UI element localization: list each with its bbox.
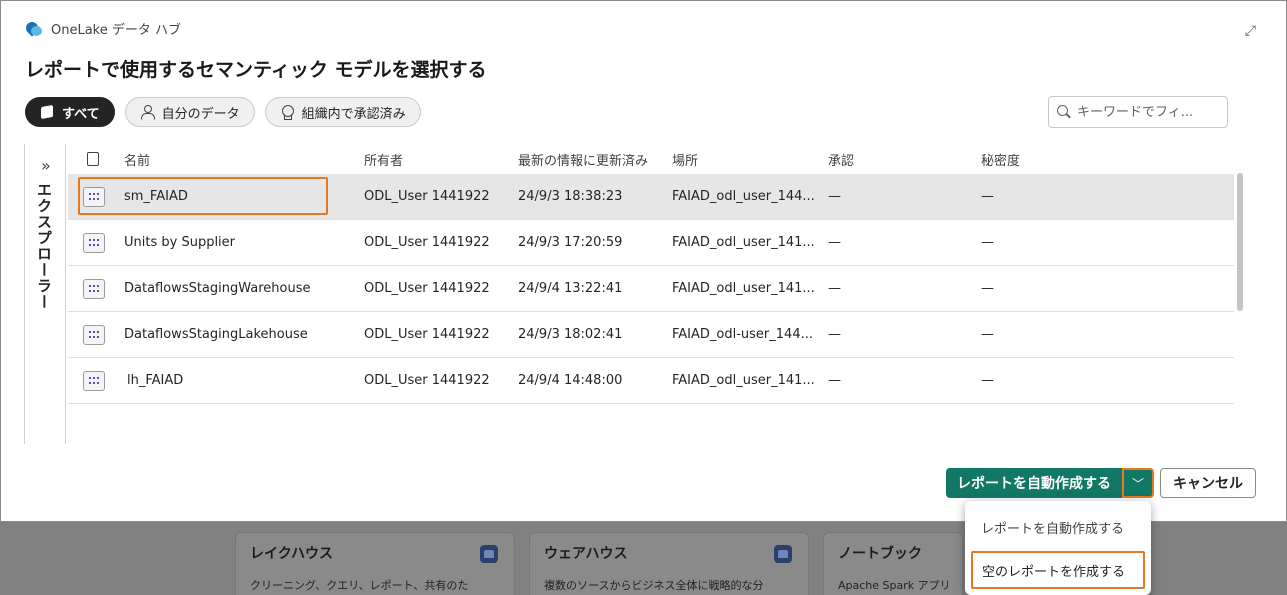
row-icon-cell [68,278,124,299]
data-hub-dialog: OneLake データ ハブ ⤢ レポートで使用するセマンティック モデルを選択… [0,0,1287,522]
row-name: DataflowsStagingLakehouse [124,327,308,342]
row-refreshed: 24/9/3 18:38:23 [518,189,623,204]
lakehouse-card: レイクハウス クリーニング、クエリ、レポート、共有のた [235,532,515,595]
model-table: 名前 所有者 最新の情報に更新済み 場所 承認 秘密度 sm_FAIAD ODL… [68,144,1234,404]
col-refreshed[interactable]: 最新の情報に更新済み [518,150,672,169]
row-owner: ODL_User 1441922 [364,327,490,342]
row-refreshed: 24/9/4 13:22:41 [518,281,623,296]
semantic-model-icon [83,370,105,391]
filter-label: 自分のデータ [161,106,240,122]
card-desc: Apache Spark アプリケ [838,579,948,592]
table-row[interactable]: DataflowsStagingLakehouse ODL_User 14419… [68,312,1234,358]
col-endorsement[interactable]: 承認 [828,150,981,169]
row-owner: ODL_User 1441922 [364,235,490,250]
row-endorsement: — [828,281,841,296]
file-icon [87,152,99,166]
hub-header: OneLake データ ハブ [25,19,181,38]
card-title: ウェアハウス [544,546,628,562]
auto-create-report-button[interactable]: レポートを自動作成する [946,468,1122,498]
row-name: DataflowsStagingWarehouse [124,281,311,296]
hub-name: OneLake データ ハブ [51,23,182,38]
row-sensitivity: — [981,281,994,296]
col-location[interactable]: 場所 [672,150,828,169]
filter-label: 組織内で承認済み [301,106,406,122]
expand-chevron-icon[interactable]: » [41,156,51,175]
row-icon-cell [68,370,124,391]
table-row[interactable]: sm_FAIAD ODL_User 1441922 24/9/3 18:38:2… [68,174,1234,220]
row-icon-cell [68,232,124,253]
filter-label: すべて [62,106,100,122]
header-icon-cell [68,152,124,166]
card-desc: クリーニング、クエリ、レポート、共有のた [250,579,469,592]
filter-pills: すべて 自分のデータ 組織内で承認済み [25,97,421,127]
card-title: ノートブック [838,546,922,562]
cancel-button[interactable]: キャンセル [1160,468,1256,498]
search-box[interactable] [1048,96,1228,128]
expand-icon[interactable]: ⤢ [1245,23,1256,39]
explorer-rail[interactable]: » エクスプローラー [24,144,66,444]
split-dropdown-button[interactable]: ﹀ [1122,468,1154,498]
row-name: lh_FAIAD [127,373,184,388]
menu-item-blank-report[interactable]: 空のレポートを作成する [971,551,1145,589]
filter-my-data[interactable]: 自分のデータ [124,97,255,127]
notebook-card: ノートブック Apache Spark アプリケ [823,532,963,595]
lakehouse-icon [480,545,498,563]
row-location: FAIAD_odl_user_141... [672,281,815,296]
semantic-model-icon [83,324,105,345]
selection-highlight [78,177,328,215]
semantic-model-icon [83,232,105,253]
col-name[interactable]: 名前 [124,150,364,169]
cube-icon [40,105,54,119]
chevron-down-icon: ﹀ [1131,476,1144,491]
row-sensitivity: — [981,327,994,342]
row-refreshed: 24/9/3 17:20:59 [518,235,623,250]
warehouse-card: ウェアハウス 複数のソースからビジネス全体に戦略的な分 [529,532,809,595]
row-sensitivity: — [981,373,994,388]
row-endorsement: — [828,235,841,250]
row-owner: ODL_User 1441922 [364,373,490,388]
row-owner: ODL_User 1441922 [364,281,490,296]
row-refreshed: 24/9/3 18:02:41 [518,327,623,342]
table-row[interactable]: DataflowsStagingWarehouse ODL_User 14419… [68,266,1234,312]
row-sensitivity: — [981,189,994,204]
warehouse-icon [774,545,792,563]
row-sensitivity: — [981,235,994,250]
person-icon [140,105,155,120]
table-row[interactable]: lh_FAIAD ODL_User 1441922 24/9/4 14:48:0… [68,358,1234,404]
menu-item-auto-create[interactable]: レポートを自動作成する [965,507,1151,547]
card-title: レイクハウス [250,546,334,562]
create-report-menu: レポートを自動作成する 空のレポートを作成する [965,501,1151,595]
search-icon [1057,105,1071,119]
col-owner[interactable]: 所有者 [364,150,518,169]
row-location: FAIAD_odl_user_141... [672,235,815,250]
row-icon-cell [68,324,124,345]
row-owner: ODL_User 1441922 [364,189,490,204]
filter-all[interactable]: すべて [25,97,115,127]
onelake-logo-icon [25,20,43,38]
table-header: 名前 所有者 最新の情報に更新済み 場所 承認 秘密度 [68,144,1234,174]
card-desc: 複数のソースからビジネス全体に戦略的な分 [544,579,764,592]
col-sensitivity[interactable]: 秘密度 [981,150,1101,169]
row-location: FAIAD_odl_user_141... [672,373,815,388]
table-scrollbar[interactable] [1237,173,1243,311]
row-endorsement: — [828,373,841,388]
row-endorsement: — [828,327,841,342]
explorer-label: エクスプローラー [35,182,53,310]
row-refreshed: 24/9/4 14:48:00 [518,373,623,388]
row-location: FAIAD_odl_user_144... [672,189,815,204]
search-input[interactable] [1077,104,1217,120]
semantic-model-icon [83,278,105,299]
table-row[interactable]: Units by Supplier ODL_User 1441922 24/9/… [68,220,1234,266]
dialog-title: レポートで使用するセマンティック モデルを選択する [25,59,487,81]
badge-icon [280,105,294,120]
row-name: Units by Supplier [124,235,236,250]
row-endorsement: — [828,189,841,204]
row-location: FAIAD_odl-user_144... [672,327,813,342]
filter-endorsed[interactable]: 組織内で承認済み [264,97,421,127]
